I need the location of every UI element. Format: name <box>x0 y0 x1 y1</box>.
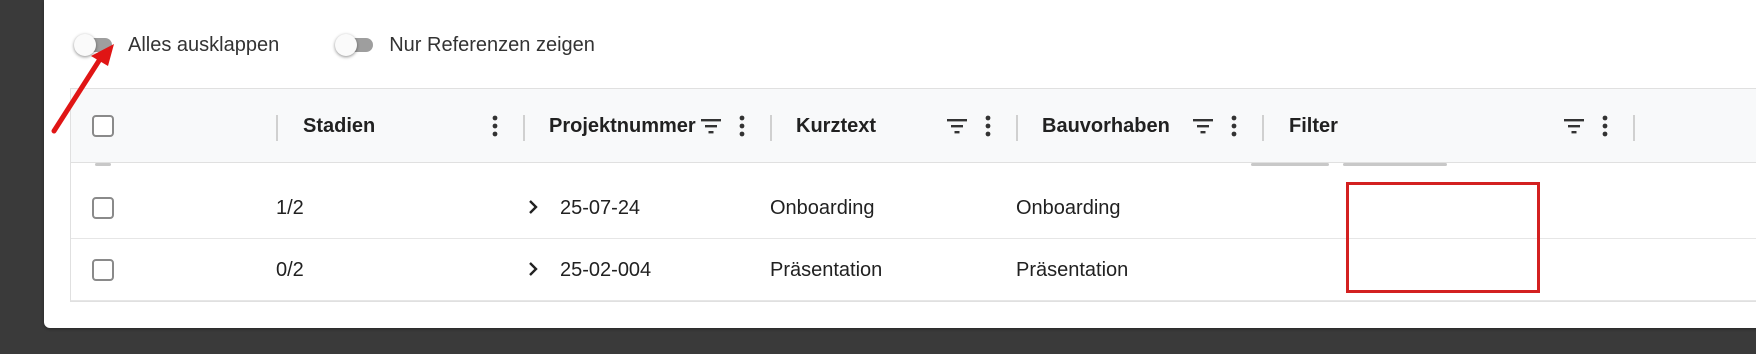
cell-kurztext: Präsentation <box>770 258 883 281</box>
annotation-arrow <box>51 44 114 134</box>
row-checkbox[interactable] <box>92 259 114 281</box>
column-separator[interactable] <box>1633 115 1635 141</box>
chip-remnant <box>1251 163 1329 166</box>
row-checkbox[interactable] <box>92 197 114 219</box>
cell-bauvorhaben: Präsentation <box>1016 258 1129 281</box>
column-header-kurztext[interactable]: Kurztext <box>796 89 876 163</box>
references-only-switch[interactable] <box>335 33 379 57</box>
bauvorhaben-menu-button[interactable] <box>1220 112 1248 140</box>
cell-stadien: 0/2 <box>276 258 304 281</box>
more-vertical-icon <box>1602 115 1608 137</box>
row-expand-button[interactable] <box>521 257 545 281</box>
more-vertical-icon <box>1231 115 1237 137</box>
references-only-toggle[interactable]: Nur Referenzen zeigen <box>335 33 595 57</box>
filter-column-filter-button[interactable] <box>1560 112 1588 140</box>
more-vertical-icon <box>492 115 498 137</box>
column-title: Filter <box>1289 114 1338 137</box>
cell-projektnummer: 25-02-004 <box>560 258 652 281</box>
column-title: Bauvorhaben <box>1042 114 1170 137</box>
column-header-filter[interactable]: Filter <box>1289 89 1338 163</box>
column-header-bauvorhaben[interactable]: Bauvorhaben <box>1042 89 1170 163</box>
chip-remnant <box>1343 163 1447 166</box>
checkbox-remnant <box>95 163 111 166</box>
column-separator[interactable] <box>1016 115 1018 141</box>
column-separator[interactable] <box>770 115 772 141</box>
chevron-right-icon <box>529 200 538 214</box>
filter-lines-icon <box>1564 119 1584 134</box>
column-header-stadien[interactable]: Stadien <box>303 89 375 163</box>
more-vertical-icon <box>739 115 745 137</box>
cell-stadien: 1/2 <box>276 196 304 219</box>
cell-bauvorhaben: Onboarding <box>1016 196 1121 219</box>
annotation-highlight-box <box>1346 182 1540 293</box>
expand-all-label: Alles ausklappen <box>128 33 280 56</box>
kurztext-filter-button[interactable] <box>943 112 971 140</box>
cell-kurztext: Onboarding <box>770 196 875 219</box>
switch-thumb <box>335 34 358 56</box>
filter-lines-icon <box>947 119 967 134</box>
kurztext-menu-button[interactable] <box>974 112 1002 140</box>
column-separator[interactable] <box>523 115 525 141</box>
column-title: Stadien <box>303 114 376 137</box>
projektnummer-filter-button[interactable] <box>697 112 725 140</box>
row-expand-button[interactable] <box>521 195 545 219</box>
more-vertical-icon <box>985 115 991 137</box>
bauvorhaben-filter-button[interactable] <box>1189 112 1217 140</box>
column-header-projektnummer[interactable]: Projektnummer <box>549 89 696 163</box>
filter-lines-icon <box>701 119 721 134</box>
scrolled-row-remnant <box>71 163 1756 175</box>
chevron-right-icon <box>529 262 538 276</box>
column-separator[interactable] <box>1262 115 1264 141</box>
column-title: Projektnummer <box>549 114 696 137</box>
column-title: Kurztext <box>796 114 877 137</box>
filter-lines-icon <box>1193 119 1213 134</box>
cell-projektnummer: 25-07-24 <box>560 196 641 219</box>
projektnummer-menu-button[interactable] <box>728 112 756 140</box>
table-toolbar: Alles ausklappen Nur Referenzen zeigen <box>74 30 651 60</box>
stadien-menu-button[interactable] <box>481 112 509 140</box>
references-only-label: Nur Referenzen zeigen <box>389 33 595 56</box>
filter-column-menu-button[interactable] <box>1591 112 1619 140</box>
column-separator[interactable] <box>276 115 278 141</box>
grid-header: Stadien Projektnummer Kurztext Bauvorhab… <box>71 89 1756 163</box>
